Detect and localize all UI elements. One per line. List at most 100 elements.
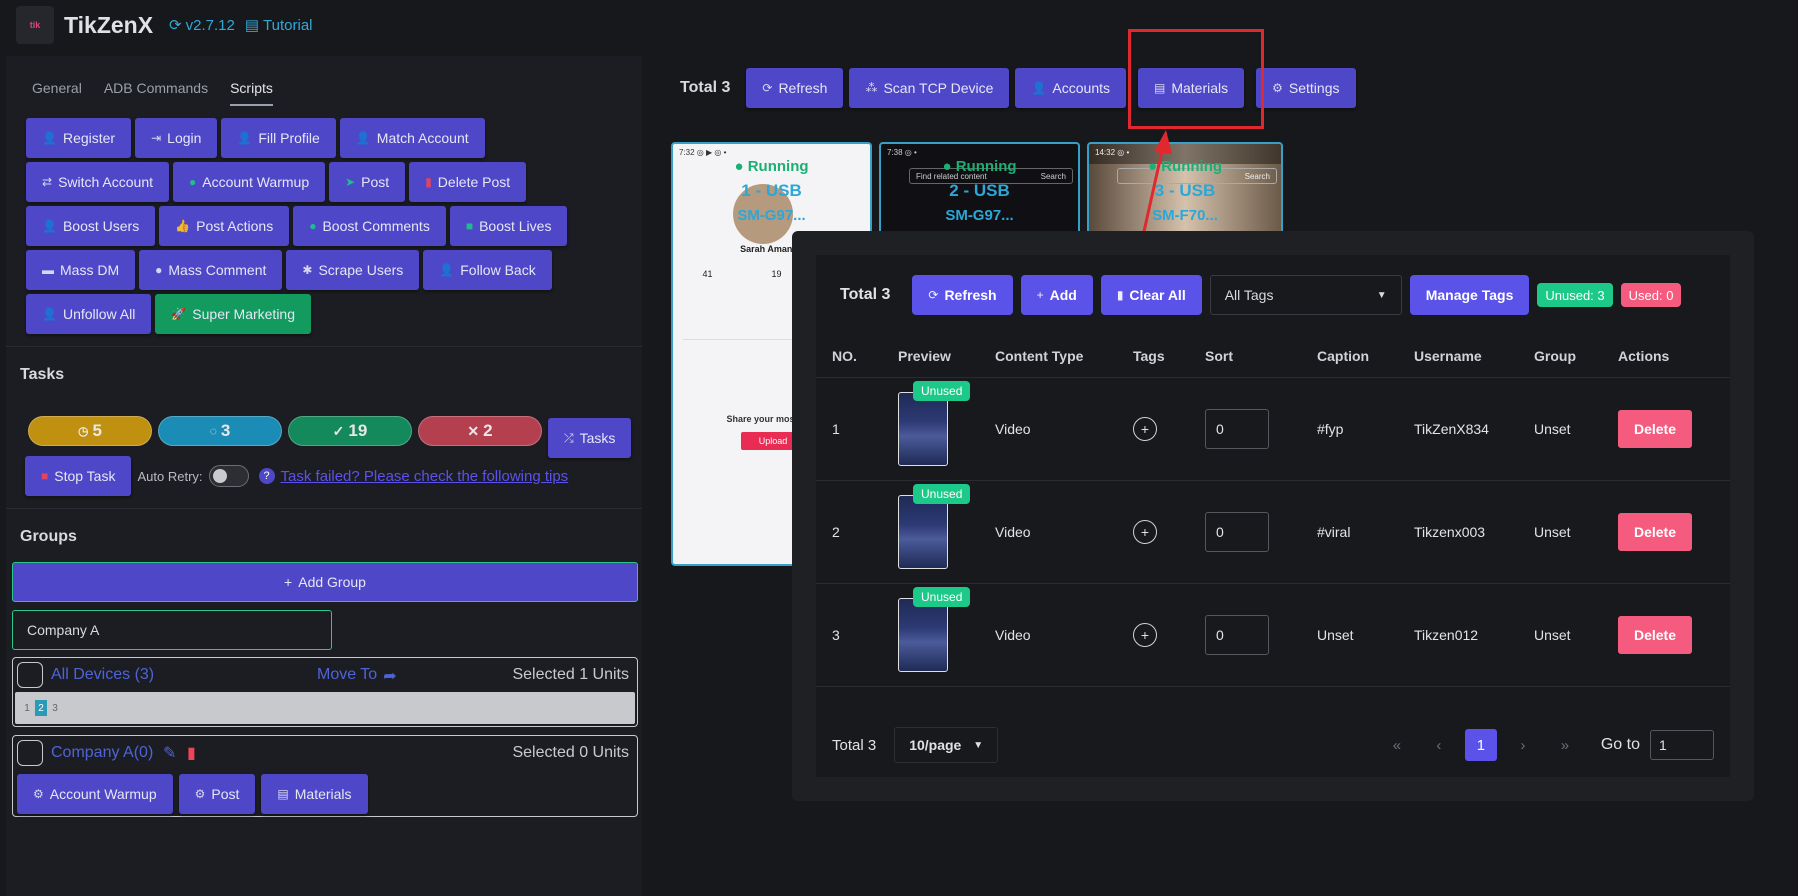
video-thumbnail[interactable]: Unused <box>898 483 971 569</box>
tasks-button[interactable]: ⤮ Tasks <box>548 418 632 458</box>
last-page-icon[interactable]: » <box>1549 729 1581 761</box>
accounts-button[interactable]: 👤 Accounts <box>1015 68 1126 108</box>
all-devices-label[interactable]: All Devices (3) <box>51 666 154 684</box>
user-follow-icon: 👤 <box>439 263 455 277</box>
register-button[interactable]: 👤 Register <box>26 118 132 158</box>
delete-button[interactable]: Delete <box>1618 409 1692 448</box>
group-materials-button[interactable]: ▤ Materials <box>261 774 368 814</box>
switch-account-button[interactable]: ⇄ Switch Account <box>26 162 169 202</box>
group-account-warmup-button[interactable]: ⚙ Account Warmup <box>17 774 173 814</box>
refresh-devices-button[interactable]: ⟳ Refresh <box>746 68 844 108</box>
row-tags: + <box>1117 583 1189 687</box>
settings-button[interactable]: ⚙ Settings <box>1256 68 1356 108</box>
device-status-overlay: ● Running 1 - USB SM-G97... <box>673 158 870 224</box>
done-value: 19 <box>348 421 368 440</box>
left-panel: General ADB Commands Scripts 👤 Register ⇥… <box>6 56 642 896</box>
sort-input[interactable]: 0 <box>1205 511 1269 552</box>
edit-icon[interactable]: ✎ <box>163 743 176 763</box>
mass-comment-button[interactable]: ● Mass Comment <box>139 250 283 290</box>
mass-dm-button[interactable]: ▬ Mass DM <box>26 250 136 290</box>
spider-icon: ✱ <box>302 263 313 277</box>
tasks-button-label: Tasks <box>579 430 616 446</box>
company-group-checkbox[interactable] <box>17 740 43 766</box>
goto-input[interactable]: 1 <box>1650 730 1714 760</box>
sort-input[interactable]: 0 <box>1205 614 1269 655</box>
running-status: ● Running <box>734 158 809 175</box>
delete-post-label: Delete Post <box>437 174 511 190</box>
video-thumbnail[interactable]: Unused <box>898 380 971 466</box>
row-tags: + <box>1117 377 1189 481</box>
failed-count[interactable]: ✕ 2 <box>418 416 542 446</box>
running-status: ● Running <box>942 158 1017 175</box>
done-count[interactable]: ✓ 19 <box>288 416 412 446</box>
boost-users-button[interactable]: 👤 Boost Users <box>26 206 156 246</box>
tags-select[interactable]: All Tags ▼ <box>1209 275 1402 315</box>
delete-button[interactable]: Delete <box>1618 512 1692 551</box>
manage-tags-button[interactable]: Manage Tags <box>1409 275 1530 315</box>
materials-clear-all-button[interactable]: ▮ Clear All <box>1100 275 1202 315</box>
boost-comments-button[interactable]: ● Boost Comments <box>293 206 446 246</box>
add-tag-icon[interactable]: + <box>1133 416 1157 441</box>
scan-tcp-button[interactable]: ⁂ Scan TCP Device <box>849 68 1010 108</box>
prev-page-icon[interactable]: ‹ <box>1423 729 1455 761</box>
boost-lives-button[interactable]: ■ Boost Lives <box>449 206 568 246</box>
row-type: Video <box>979 583 1117 687</box>
delete-button[interactable]: Delete <box>1618 615 1692 654</box>
model-label: SM-G97... <box>945 207 1014 224</box>
post-actions-label: Post Actions <box>196 218 274 234</box>
materials-add-button[interactable]: + Add <box>1020 275 1093 315</box>
video-thumbnail[interactable]: Unused <box>898 586 971 672</box>
tutorial-link[interactable]: ▤ Tutorial <box>245 16 313 35</box>
mass-comment-label: Mass Comment <box>168 262 267 278</box>
materials-refresh-button[interactable]: ⟳ Refresh <box>912 275 1013 315</box>
tab-adb-commands[interactable]: ADB Commands <box>104 80 208 106</box>
plus-icon: + <box>1036 288 1044 302</box>
follow-back-button[interactable]: 👤 Follow Back <box>423 250 552 290</box>
sort-input[interactable]: 0 <box>1205 408 1269 449</box>
group-post-button[interactable]: ⚙ Post <box>178 774 256 814</box>
task-controls: ■ Stop Task Auto Retry: ? Task failed? Pl… <box>25 456 568 496</box>
match-account-button[interactable]: 👤 Match Account <box>339 118 485 158</box>
unfollow-all-label: Unfollow All <box>62 306 136 322</box>
delete-post-button[interactable]: ▮ Delete Post <box>409 162 527 202</box>
device-chip-selected[interactable]: 2 <box>35 700 47 716</box>
company-group: Company A(0) ✎ ▮ Selected 0 Units ⚙ Accou… <box>12 735 638 817</box>
device-chip[interactable]: 3 <box>49 700 61 716</box>
move-to-link[interactable]: Move To ➦ <box>317 666 397 686</box>
login-button[interactable]: ⇥ Login <box>135 118 218 158</box>
first-page-icon[interactable]: « <box>1381 729 1413 761</box>
usb-label: 2 - USB <box>949 181 1010 200</box>
materials-clear-label: Clear All <box>1129 287 1186 303</box>
tab-general[interactable]: General <box>32 80 82 106</box>
post-actions-button[interactable]: 👍 Post Actions <box>159 206 290 246</box>
pending-count[interactable]: ◷ 5 <box>28 416 152 446</box>
tags-select-value: All Tags <box>1224 287 1274 303</box>
group-name-input[interactable]: Company A <box>12 610 332 650</box>
add-tag-icon[interactable]: + <box>1133 622 1157 647</box>
super-marketing-button[interactable]: 🚀 Super Marketing <box>155 294 311 334</box>
task-tips-link[interactable]: Task failed? Please check the following … <box>281 468 569 485</box>
add-group-button[interactable]: + Add Group <box>12 562 638 602</box>
add-tag-icon[interactable]: + <box>1133 519 1157 544</box>
super-marketing-label: Super Marketing <box>192 306 295 322</box>
trash-icon[interactable]: ▮ <box>187 743 196 763</box>
stop-task-button[interactable]: ■ Stop Task <box>25 456 132 496</box>
device-chip[interactable]: 1 <box>21 700 33 716</box>
running-count[interactable]: ◌ 3 <box>158 416 282 446</box>
page-size-select[interactable]: 10/page ▼ <box>894 727 999 763</box>
unfollow-all-button[interactable]: 👤 Unfollow All <box>26 294 152 334</box>
row-caption: Unset <box>1301 583 1398 687</box>
scrape-users-button[interactable]: ✱ Scrape Users <box>286 250 420 290</box>
tab-scripts[interactable]: Scripts <box>230 80 273 106</box>
account-warmup-button[interactable]: ● Account Warmup <box>173 162 326 202</box>
company-group-label[interactable]: Company A(0) <box>51 744 153 762</box>
current-page[interactable]: 1 <box>1464 729 1497 761</box>
row-username: TikZenX834 <box>1398 377 1518 481</box>
gear-icon: ⚙ <box>1272 81 1283 95</box>
auto-retry-toggle[interactable] <box>208 465 249 487</box>
next-page-icon[interactable]: › <box>1507 729 1539 761</box>
version-link[interactable]: ⟳ v2.7.12 <box>169 16 235 35</box>
fill-profile-button[interactable]: 👤 Fill Profile <box>221 118 336 158</box>
post-button[interactable]: ➤ Post <box>329 162 406 202</box>
all-devices-checkbox[interactable] <box>17 662 43 688</box>
